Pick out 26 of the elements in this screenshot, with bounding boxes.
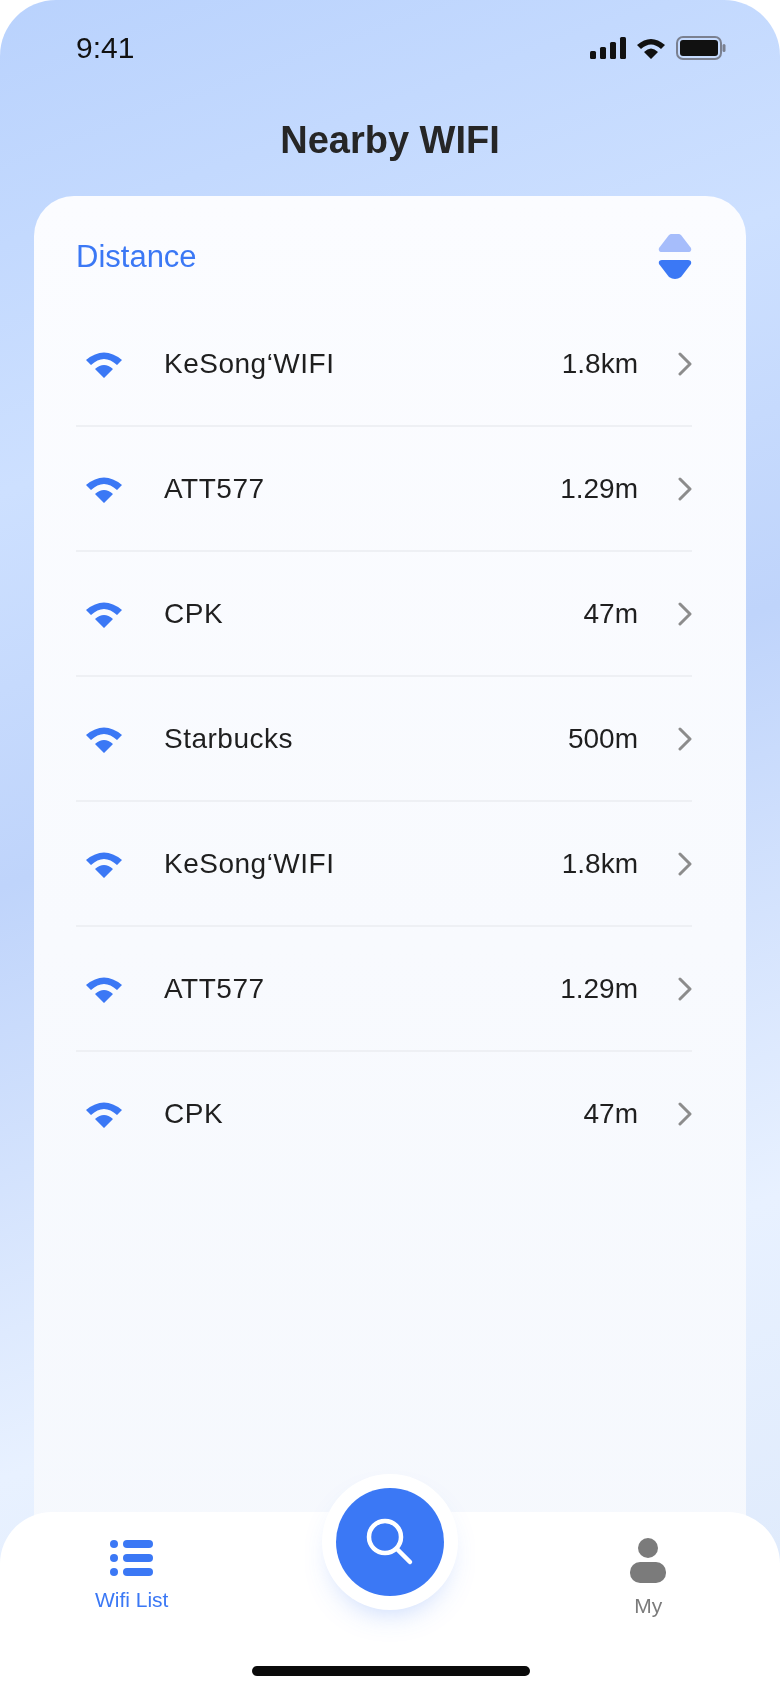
status-time: 9:41 <box>76 31 135 65</box>
wifi-row[interactable]: KeSong‘WIFI 1.8km <box>76 302 692 427</box>
network-distance: 1.8km <box>561 347 638 380</box>
network-name: CPK <box>164 1097 225 1130</box>
network-distance: 47m <box>583 597 638 630</box>
network-name: CPK <box>164 597 225 630</box>
wifi-row[interactable]: KeSong‘WIFI 1.8km <box>76 802 692 927</box>
wifi-row[interactable]: CPK 47m <box>76 552 692 677</box>
page-title: Nearby WIFI <box>279 118 501 162</box>
wifi-row[interactable]: Starbucks 500m <box>76 677 692 802</box>
network-name: KeSong‘WIFI <box>164 347 336 380</box>
network-distance: 1.8km <box>561 847 638 880</box>
network-name: KeSong‘WIFI <box>164 847 336 880</box>
sort-label[interactable]: Distance <box>76 239 197 275</box>
network-name: ATT577 <box>164 472 266 505</box>
network-distance: 1.29m <box>560 972 638 1005</box>
network-distance: 1.29m <box>560 472 638 505</box>
network-name: Starbucks <box>164 722 294 755</box>
network-distance: 500m <box>567 722 638 755</box>
wifi-row[interactable]: CPK 47m <box>76 1052 692 1175</box>
wifi-row[interactable]: ATT577 1.29m <box>76 927 692 1052</box>
network-name: ATT577 <box>164 972 266 1005</box>
wifi-row[interactable]: ATT577 1.29m <box>76 427 692 552</box>
network-distance: 47m <box>583 1097 638 1130</box>
tab[interactable]: Wifi List <box>51 1512 212 1612</box>
tab[interactable]: My <box>568 1512 729 1618</box>
